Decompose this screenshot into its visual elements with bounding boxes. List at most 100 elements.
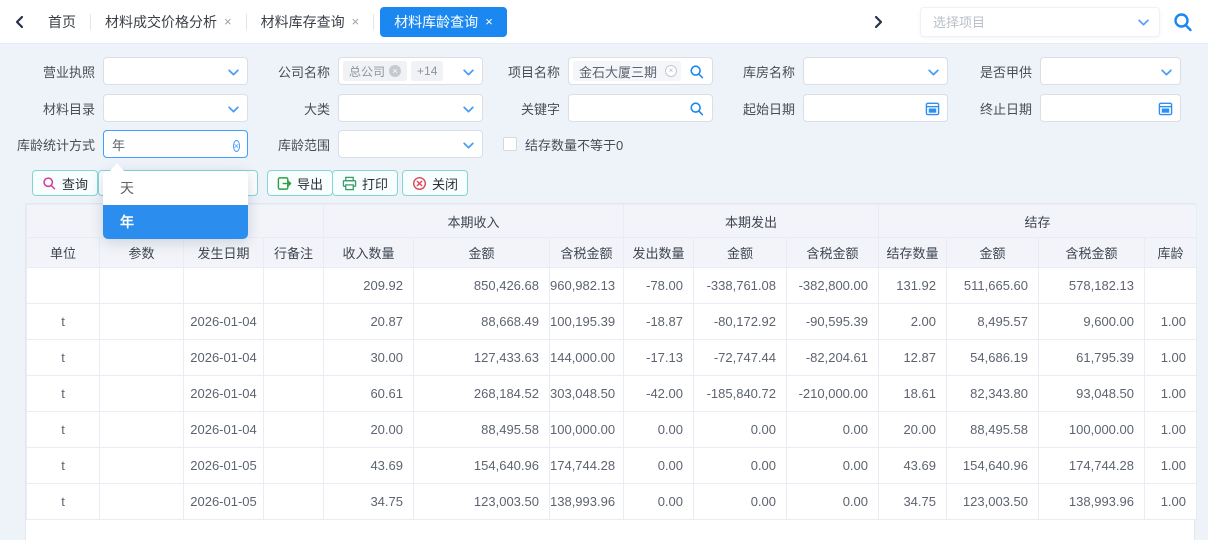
table-cell: -382,800.00 <box>787 268 879 304</box>
chevron-down-icon[interactable] <box>927 66 940 82</box>
table-cell <box>264 484 324 520</box>
tab-material-price-analysis[interactable]: 材料成交价格分析 × <box>91 7 246 37</box>
search-icon[interactable] <box>689 101 705 120</box>
age-method-dropdown: 天 年 <box>103 171 248 239</box>
table-cell: 174,744.28 <box>550 448 624 484</box>
major-category-select[interactable] <box>338 94 483 122</box>
table-cell: 20.00 <box>324 412 414 448</box>
balance-nonzero-checkbox[interactable] <box>503 137 517 151</box>
tab-material-age-query-active[interactable]: 材料库龄查询 × <box>380 7 507 37</box>
table-cell <box>184 268 264 304</box>
dropdown-option-year[interactable]: 年 <box>103 205 248 239</box>
owner-supplied-select[interactable] <box>1040 57 1181 85</box>
table-row[interactable]: t2026-01-0534.75123,003.50138,993.960.00… <box>27 484 1197 520</box>
table-cell: 1.00 <box>1145 304 1197 340</box>
table-cell <box>264 340 324 376</box>
project-name-input[interactable]: 金石大厦三期 × <box>568 57 713 85</box>
company-name-select[interactable]: 总公司 × +14 <box>338 57 483 85</box>
tab-close-icon[interactable]: × <box>224 15 232 28</box>
field-label: 库房名称 <box>710 62 795 81</box>
clear-icon[interactable]: × <box>665 65 677 77</box>
table-cell: t <box>27 340 100 376</box>
table-row[interactable]: 209.92850,426.68960,982.13-78.00-338,761… <box>27 268 1197 304</box>
age-range-select[interactable] <box>338 130 483 158</box>
table-cell: 2026-01-04 <box>184 304 264 340</box>
start-date-input[interactable] <box>803 94 948 122</box>
chevron-down-icon[interactable] <box>227 66 240 82</box>
material-age-query-page: 首页 材料成交价格分析 × 材料库存查询 × 材料库龄查询 × 选择项目 <box>0 0 1208 540</box>
close-button[interactable]: 关闭 <box>402 170 468 196</box>
chevron-down-icon[interactable] <box>462 139 475 155</box>
button-label: 关闭 <box>432 174 458 193</box>
print-button[interactable]: 打印 <box>332 170 398 196</box>
table-row[interactable]: t2026-01-0543.69154,640.96174,744.280.00… <box>27 448 1197 484</box>
field-label: 公司名称 <box>245 62 330 81</box>
dropdown-option-day[interactable]: 天 <box>103 171 248 205</box>
field-age-range: 库龄范围 <box>245 130 483 158</box>
query-button[interactable]: 查询 <box>32 170 98 196</box>
checkbox-label: 结存数量不等于0 <box>525 135 623 154</box>
table-cell: 100,000.00 <box>550 412 624 448</box>
table-cell: -42.00 <box>624 376 694 412</box>
export-button[interactable]: 导出 <box>267 170 333 196</box>
chevron-down-icon[interactable] <box>227 103 240 119</box>
table-cell <box>100 268 184 304</box>
table-row[interactable]: t2026-01-0460.61268,184.52303,048.50-42.… <box>27 376 1197 412</box>
material-catalog-select[interactable] <box>103 94 248 122</box>
calendar-icon[interactable] <box>925 101 940 119</box>
table-row[interactable]: t2026-01-0420.0088,495.58100,000.000.000… <box>27 412 1197 448</box>
table-cell: -82,204.61 <box>787 340 879 376</box>
tab-close-icon[interactable]: × <box>352 15 360 28</box>
table-cell: 1.00 <box>1145 340 1197 376</box>
tabs-scroll-left-icon[interactable] <box>6 8 34 36</box>
business-license-select[interactable] <box>103 57 248 85</box>
table-cell: 0.00 <box>694 412 787 448</box>
tab-material-stock-query[interactable]: 材料库存查询 × <box>247 7 374 37</box>
search-icon[interactable] <box>689 64 705 83</box>
table-cell: t <box>27 448 100 484</box>
table-cell: -338,761.08 <box>694 268 787 304</box>
table-cell: t <box>27 484 100 520</box>
chevron-down-icon[interactable] <box>1160 66 1173 82</box>
chevron-down-icon[interactable] <box>462 66 475 82</box>
age-stat-method-select[interactable]: 年 × <box>103 130 248 158</box>
table-row[interactable]: t2026-01-0430.00127,433.63144,000.00-17.… <box>27 340 1197 376</box>
table-cell: 303,048.50 <box>550 376 624 412</box>
table-cell <box>264 448 324 484</box>
table-cell: 0.00 <box>624 448 694 484</box>
table-cell: -80,172.92 <box>694 304 787 340</box>
end-date-input[interactable] <box>1040 94 1181 122</box>
column-header: 参数 <box>100 238 184 268</box>
warehouse-name-select[interactable] <box>803 57 948 85</box>
table-cell: 138,993.96 <box>550 484 624 520</box>
project-select-input[interactable]: 选择项目 <box>920 7 1160 37</box>
table-cell: 100,195.39 <box>550 304 624 340</box>
tab-home[interactable]: 首页 <box>34 7 90 37</box>
chevron-down-icon[interactable] <box>1137 16 1150 32</box>
calendar-icon[interactable] <box>1158 101 1173 119</box>
column-header: 发生日期 <box>184 238 264 268</box>
keyword-input[interactable] <box>568 94 713 122</box>
clear-icon[interactable]: × <box>233 137 240 153</box>
table-cell: 9,600.00 <box>1039 304 1145 340</box>
column-header: 收入数量 <box>324 238 414 268</box>
field-owner-supplied: 是否甲供 <box>947 57 1181 85</box>
tab-close-icon[interactable]: × <box>485 15 493 28</box>
search-icon[interactable] <box>1166 5 1200 39</box>
table-row[interactable]: t2026-01-0420.8788,668.49100,195.39-18.8… <box>27 304 1197 340</box>
table-cell: -17.13 <box>624 340 694 376</box>
table-cell: 2026-01-05 <box>184 484 264 520</box>
table-cell: 144,000.00 <box>550 340 624 376</box>
table-cell: 511,665.60 <box>947 268 1039 304</box>
field-business-license: 营业执照 <box>8 57 248 85</box>
table-cell: 0.00 <box>624 484 694 520</box>
field-label: 库龄统计方式 <box>8 135 95 154</box>
table-cell <box>100 340 184 376</box>
tab-label: 首页 <box>48 12 76 32</box>
field-label: 大类 <box>245 99 330 118</box>
field-label: 项目名称 <box>475 62 560 81</box>
tabs-scroll-right-icon[interactable] <box>864 8 892 36</box>
table-cell: 12.87 <box>879 340 947 376</box>
chevron-down-icon[interactable] <box>462 103 475 119</box>
tag-close-icon[interactable]: × <box>389 65 401 77</box>
